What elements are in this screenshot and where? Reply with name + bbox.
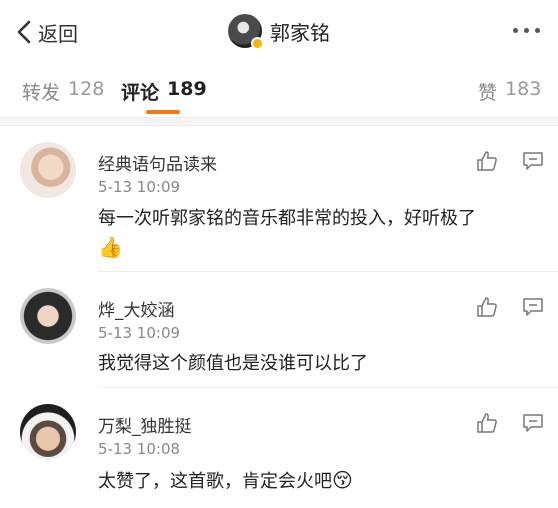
comment-time: 5-13 10:08	[98, 440, 181, 458]
comment-time: 5-13 10:09	[98, 178, 181, 196]
comment-text: 每一次听郭家铭的音乐都非常的投入，好听极了 👍	[98, 205, 538, 263]
comment-body: 我觉得这个颜值也是没谁可以比了	[98, 353, 368, 374]
more-icon[interactable]	[513, 28, 540, 33]
comment-text: 太赞了，这首歌，肯定会火吧😚	[98, 466, 538, 496]
tab-label: 评论	[121, 82, 160, 104]
comment-body: 每一次听郭家铭的音乐都非常的投入，好听极了	[98, 208, 476, 229]
page-title: 郭家铭	[270, 20, 330, 45]
tab-label: 赞	[478, 82, 498, 104]
tab-count: 128	[68, 78, 105, 100]
tab-count: 183	[505, 78, 542, 100]
tab-comments[interactable]: 评论 189	[121, 78, 207, 105]
tab-reposts[interactable]: 转发 128	[22, 78, 104, 105]
profile-header[interactable]: 郭家铭	[228, 12, 330, 50]
tab-count: 189	[167, 78, 207, 100]
comment-item[interactable]: 经典语句品读来 5-13 10:09 每一次听郭家铭的音乐都非常的投入，好听极了…	[0, 126, 558, 272]
comment-icon[interactable]	[522, 150, 544, 172]
avatar[interactable]	[20, 142, 76, 198]
section-separator	[0, 118, 558, 126]
tab-label: 转发	[22, 82, 61, 104]
comment-icon[interactable]	[522, 296, 544, 318]
thumbs-up-emoji: 👍	[98, 235, 123, 259]
like-icon[interactable]	[476, 412, 498, 434]
tab-likes[interactable]: 赞 183	[478, 78, 541, 105]
back-button[interactable]: 返回	[16, 16, 78, 48]
kiss-emoji: 😚	[332, 468, 353, 492]
commenter-name[interactable]: 万梨_独胜挺	[98, 412, 192, 437]
comment-text: 我觉得这个颜值也是没谁可以比了	[98, 350, 538, 378]
comment-icon[interactable]	[522, 412, 544, 434]
verified-badge-icon	[251, 37, 264, 50]
like-icon[interactable]	[476, 150, 498, 172]
avatar[interactable]	[20, 288, 76, 344]
avatar[interactable]	[20, 404, 76, 460]
avatar[interactable]	[228, 14, 264, 50]
active-tab-indicator	[146, 110, 180, 114]
back-label: 返回	[38, 21, 78, 46]
comment-item[interactable]: 烨_大姣涵 5-13 10:09 我觉得这个颜值也是没谁可以比了	[0, 272, 558, 388]
comment-item[interactable]: 万梨_独胜挺 5-13 10:08 太赞了，这首歌，肯定会火吧😚	[0, 388, 558, 508]
tab-bar: 转发 128 评论 189 赞 183	[0, 62, 558, 118]
comment-body: 太赞了，这首歌，肯定会火吧	[98, 471, 332, 492]
commenter-name[interactable]: 烨_大姣涵	[98, 296, 175, 321]
top-bar: 返回 郭家铭	[0, 0, 558, 62]
commenter-name[interactable]: 经典语句品读来	[98, 150, 217, 175]
comment-time: 5-13 10:09	[98, 324, 181, 342]
chevron-left-icon	[17, 20, 31, 44]
like-icon[interactable]	[476, 296, 498, 318]
